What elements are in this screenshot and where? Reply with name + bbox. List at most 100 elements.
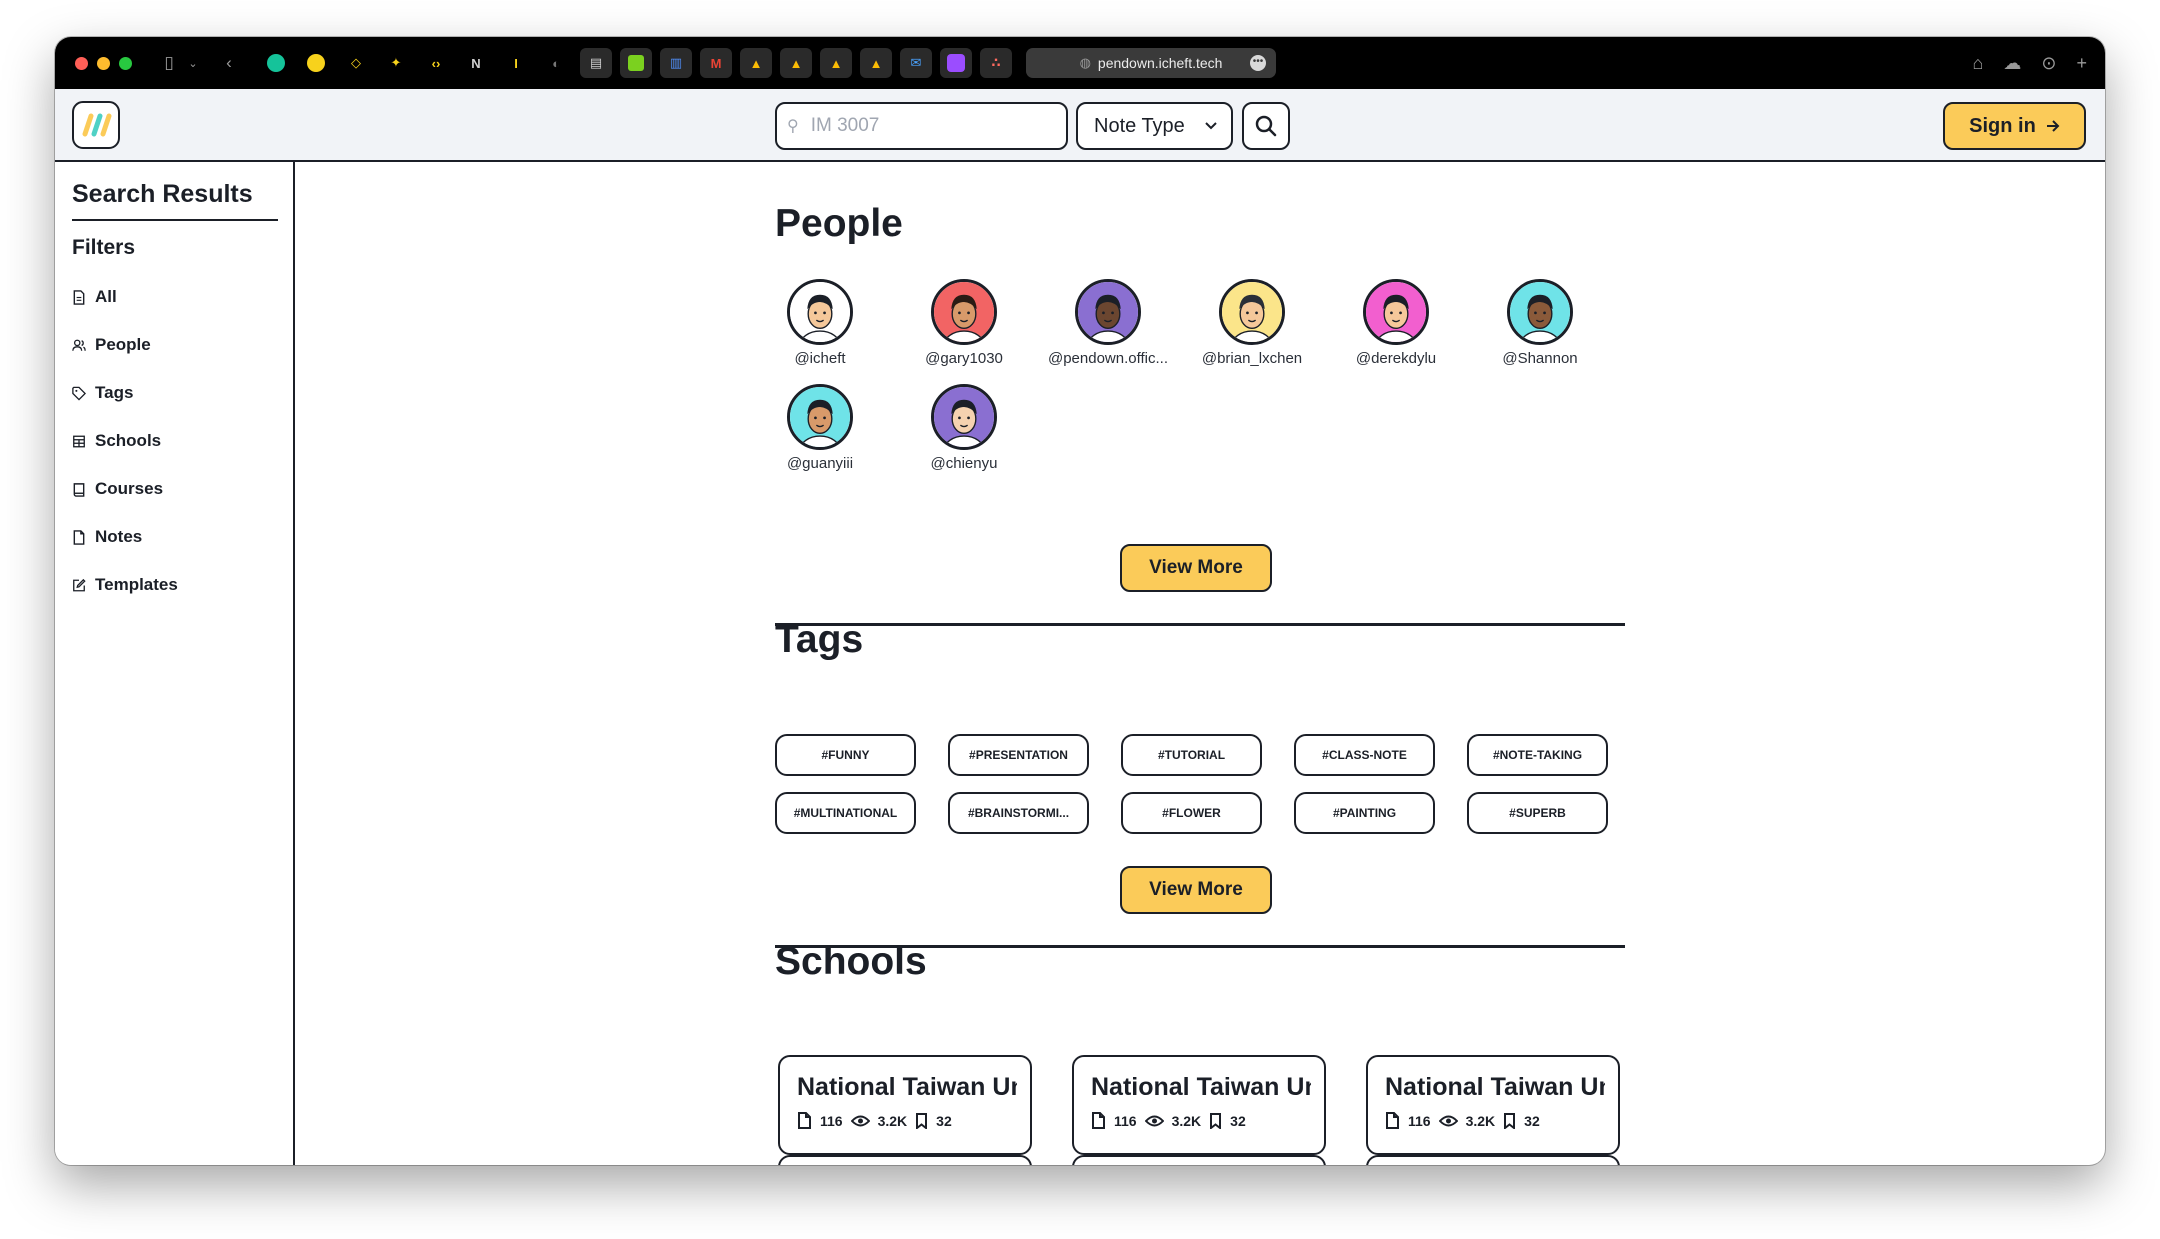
people-heading: People <box>775 202 903 245</box>
sidebar-item-templates[interactable]: Templates <box>72 575 178 595</box>
sidebar-toggle-icon[interactable]: ▯ <box>158 53 180 73</box>
bookmark-icon <box>916 1112 928 1129</box>
avatar <box>1507 279 1573 345</box>
tab-drive-2[interactable]: ▲ <box>780 48 812 78</box>
eye-icon <box>1144 1115 1164 1126</box>
search-input[interactable]: ⚲ IM 3007 <box>775 102 1068 150</box>
tag-chip[interactable]: #PRESENTATION <box>948 734 1089 776</box>
tab-code[interactable]: ‹› <box>420 48 452 78</box>
person-card[interactable]: @chienyu <box>894 384 1034 472</box>
pendown-logo[interactable] <box>72 101 120 149</box>
tab-analytics[interactable]: ▥ <box>660 48 692 78</box>
sidebar-item-schools[interactable]: Schools <box>72 431 161 451</box>
tag-chip[interactable]: #FLOWER <box>1121 792 1262 834</box>
tab-shield-dark[interactable]: ◐ <box>540 48 572 78</box>
tab-asana[interactable]: ∴ <box>980 48 1012 78</box>
tag-chip[interactable]: #BRAINSTORMI... <box>948 792 1089 834</box>
tag-chip[interactable]: #FUNNY <box>775 734 916 776</box>
saves-count: 32 <box>1524 1112 1540 1129</box>
tab-figure[interactable]: ✦ <box>380 48 412 78</box>
note-type-select[interactable]: Note Type <box>1076 102 1233 150</box>
sidebar-item-courses[interactable]: Courses <box>72 479 163 499</box>
school-stats: 116 3.2K 32 <box>1091 1112 1324 1129</box>
sidebar-item-people[interactable]: People <box>72 335 151 355</box>
school-name: National Taiwan University <box>1091 1073 1311 1101</box>
person-handle: @derekdylu <box>1355 350 1437 367</box>
window-controls <box>75 56 132 70</box>
users-icon <box>72 339 86 351</box>
tag-chip[interactable]: #PAINTING <box>1294 792 1435 834</box>
avatar <box>931 279 997 345</box>
schools-heading: Schools <box>775 940 927 983</box>
download-icon[interactable]: ⊙ <box>2041 53 2056 74</box>
tab-drive-4[interactable]: ▲ <box>860 48 892 78</box>
chevron-down-icon <box>1205 122 1217 130</box>
school-card[interactable]: National Taiwan University 116 3.2K 32 <box>1072 1055 1326 1155</box>
person-handle: @pendown.offic... <box>1047 350 1169 367</box>
person-card[interactable]: @gary1030 <box>894 279 1034 367</box>
tag-chip[interactable]: #NOTE-TAKING <box>1467 734 1608 776</box>
tab-purple-app[interactable] <box>940 48 972 78</box>
tab-drive-3[interactable]: ▲ <box>820 48 852 78</box>
sidebar-item-label: Schools <box>95 431 162 450</box>
tag-chip[interactable]: #CLASS-NOTE <box>1294 734 1435 776</box>
person-card[interactable]: @guanyiii <box>750 384 890 472</box>
sign-in-button[interactable]: Sign in <box>1943 102 2086 150</box>
tab-drive-1[interactable]: ▲ <box>740 48 772 78</box>
school-card[interactable]: National Taiwan University 116 3.2K 32 <box>778 1055 1032 1155</box>
tag-chip[interactable]: #SUPERB <box>1467 792 1608 834</box>
views-count: 3.2K <box>1465 1112 1496 1129</box>
school-stats: 116 3.2K 32 <box>797 1112 1030 1129</box>
tab-notion[interactable]: N <box>460 48 492 78</box>
home-icon[interactable]: ⌂ <box>1973 53 1984 74</box>
cloud-icon[interactable]: ☁ <box>2003 53 2021 74</box>
maximize-window-button[interactable] <box>119 56 132 70</box>
chevron-down-icon[interactable]: ⌄ <box>182 57 204 70</box>
minimize-window-button[interactable] <box>97 56 110 70</box>
person-card[interactable]: @icheft <box>750 279 890 367</box>
tab-doc[interactable]: ▤ <box>580 48 612 78</box>
sidebar-item-label: Tags <box>95 383 134 402</box>
person-card[interactable]: @derekdylu <box>1326 279 1466 367</box>
sidebar-item-label: Templates <box>95 575 178 594</box>
tab-grammarly[interactable] <box>260 48 292 78</box>
more-options-icon[interactable]: ••• <box>1250 55 1266 71</box>
tag-chip[interactable]: #MULTINATIONAL <box>775 792 916 834</box>
avatar <box>787 279 853 345</box>
new-tab-icon[interactable]: + <box>2076 53 2087 74</box>
sidebar-item-all[interactable]: All <box>72 287 117 307</box>
people-view-more-button[interactable]: View More <box>1120 544 1272 592</box>
tag-chip[interactable]: #TUTORIAL <box>1121 734 1262 776</box>
school-name: National Taiwan University <box>1385 1073 1605 1101</box>
tab-yellow-app[interactable] <box>300 48 332 78</box>
person-handle: @gary1030 <box>925 350 1003 367</box>
tab-shield[interactable]: ◇ <box>340 48 372 78</box>
note-icon <box>73 529 85 545</box>
tab-mail[interactable]: ✉ <box>900 48 932 78</box>
tab-gmail[interactable]: M <box>700 48 732 78</box>
avatar <box>1363 279 1429 345</box>
eye-icon <box>1438 1115 1458 1126</box>
school-card[interactable] <box>1072 1155 1326 1165</box>
back-arrow-icon[interactable]: ‹ <box>218 53 240 73</box>
tab-green-app[interactable] <box>620 48 652 78</box>
sidebar-item-tags[interactable]: Tags <box>72 383 133 403</box>
person-card[interactable]: @Shannon <box>1470 279 1610 367</box>
address-bar[interactable]: ◍ pendown.icheft.tech ••• <box>1026 48 1276 78</box>
avatar <box>1219 279 1285 345</box>
file-icon <box>73 289 85 305</box>
person-card[interactable]: @brian_lxchen <box>1182 279 1322 367</box>
school-card[interactable] <box>1366 1155 1620 1165</box>
browser-titlebar: ▯ ⌄ ‹ ◇ ✦ ‹› N I ◐ ▤ ▥ M ▲ ▲ ▲ ▲ ✉ ∴ ◍ p… <box>55 37 2105 89</box>
notes-count-icon <box>1386 1112 1399 1129</box>
person-card[interactable]: @pendown.offic... <box>1038 279 1178 367</box>
school-card[interactable] <box>778 1155 1032 1165</box>
person-handle: @brian_lxchen <box>1201 350 1303 367</box>
arrow-right-icon <box>2046 120 2060 132</box>
school-card[interactable]: National Taiwan University 116 3.2K 32 <box>1366 1055 1620 1155</box>
sidebar-item-notes[interactable]: Notes <box>72 527 142 547</box>
tags-view-more-button[interactable]: View More <box>1120 866 1272 914</box>
tab-instapaper[interactable]: I <box>500 48 532 78</box>
close-window-button[interactable] <box>75 56 88 70</box>
search-button[interactable] <box>1242 102 1290 150</box>
